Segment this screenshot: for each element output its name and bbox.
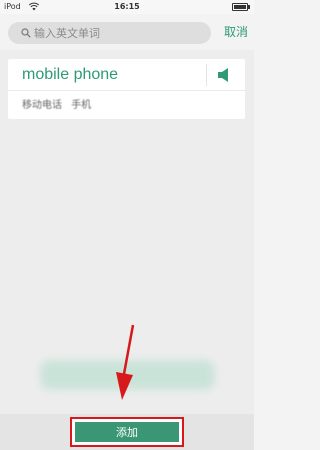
speaker-icon[interactable] — [215, 66, 235, 84]
highlight-frame: 添加 — [70, 417, 184, 447]
battery-icon — [232, 3, 250, 11]
divider — [206, 64, 207, 86]
search-icon — [21, 28, 31, 38]
definition-item: 手机 — [71, 100, 92, 111]
definition-item: 移动电话 — [22, 100, 62, 111]
cancel-button[interactable]: 取消 — [224, 23, 248, 40]
word-card: mobile phone 移动电话 手机 — [8, 59, 245, 119]
word-definitions: 移动电话 手机 — [22, 96, 97, 111]
status-time: 16:15 — [114, 2, 140, 11]
add-button[interactable]: 添加 — [75, 422, 179, 442]
bottom-bar: 添加 — [0, 414, 254, 450]
content-area: mobile phone 移动电话 手机 — [0, 50, 254, 414]
search-field[interactable] — [8, 22, 211, 45]
status-bar: iPod 16:15 — [0, 0, 254, 14]
search-input[interactable] — [34, 22, 194, 45]
divider — [8, 90, 245, 91]
blurred-add-card — [40, 360, 215, 390]
word-headword: mobile phone — [22, 66, 119, 83]
search-bar: 取消 — [0, 14, 254, 50]
